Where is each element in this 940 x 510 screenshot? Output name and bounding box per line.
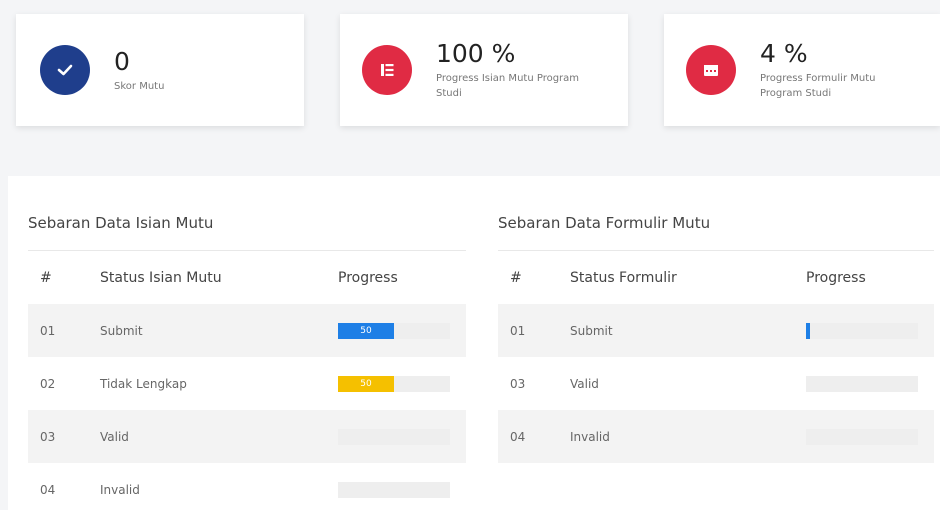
row-status: Submit <box>100 323 143 338</box>
table-header: # Status Formulir Progress <box>498 252 934 304</box>
table-row: 03 Valid <box>28 410 466 463</box>
row-status: Submit <box>570 323 613 338</box>
isian-table: # Status Isian Mutu Progress 01 Submit 5… <box>28 252 466 510</box>
stat-label: Progress Formulir Mutu Program Studi <box>760 73 876 99</box>
stat-card-skor-mutu: 0 Skor Mutu <box>16 14 304 126</box>
stat-card-progress-formulir: 4 % Progress Formulir Mutu Program Studi <box>664 14 940 126</box>
col-header-progress: Progress <box>338 270 398 286</box>
col-header-progress: Progress <box>806 270 866 286</box>
stat-label: Skor Mutu <box>114 80 165 92</box>
progress-bar: 50 <box>338 322 450 339</box>
table-row: 03 Valid <box>498 357 934 410</box>
row-status: Invalid <box>570 429 610 444</box>
divider <box>28 250 466 251</box>
row-status: Tidak Lengkap <box>100 376 187 391</box>
progress-fill: 50 <box>338 322 394 339</box>
col-header-status: Status Formulir <box>570 270 677 286</box>
distribution-panel: Sebaran Data Isian Mutu # Status Isian M… <box>8 176 940 510</box>
table-header: # Status Isian Mutu Progress <box>28 252 466 304</box>
stat-value: 4 % <box>760 39 808 68</box>
table-row: 04 Invalid <box>28 463 466 510</box>
divider <box>498 250 934 251</box>
table-row: 04 Invalid <box>498 410 934 463</box>
check-icon <box>40 45 90 95</box>
row-status: Invalid <box>100 482 140 497</box>
row-status: Valid <box>100 429 129 444</box>
stat-label: Progress Isian Mutu Program Studi <box>436 73 580 99</box>
row-number: 04 <box>40 482 56 497</box>
formulir-table: # Status Formulir Progress 01 Submit 03 … <box>498 252 934 463</box>
progress-bar <box>338 428 450 445</box>
calendar-icon <box>686 45 736 95</box>
stat-value: 100 % <box>436 39 516 68</box>
row-number: 03 <box>40 429 56 444</box>
formulir-section-title: Sebaran Data Formulir Mutu <box>498 214 711 232</box>
row-number: 01 <box>40 323 56 338</box>
progress-fill: 50 <box>338 375 394 392</box>
row-number: 01 <box>510 323 526 338</box>
table-row: 01 Submit <box>498 304 934 357</box>
col-header-number: # <box>510 270 522 286</box>
stat-value: 0 <box>114 46 130 76</box>
stat-card-progress-isian: 100 % Progress Isian Mutu Program Studi <box>340 14 628 126</box>
row-number: 02 <box>40 376 56 391</box>
row-number: 03 <box>510 376 526 391</box>
isian-section-title: Sebaran Data Isian Mutu <box>28 214 214 232</box>
progress-bar <box>806 322 918 339</box>
col-header-status: Status Isian Mutu <box>100 270 222 286</box>
row-status: Valid <box>570 376 599 391</box>
table-row: 02 Tidak Lengkap 50 <box>28 357 466 410</box>
progress-bar <box>806 375 918 392</box>
progress-fill <box>806 322 811 339</box>
progress-bar <box>806 428 918 445</box>
list-icon <box>362 45 412 95</box>
row-number: 04 <box>510 429 526 444</box>
table-row: 01 Submit 50 <box>28 304 466 357</box>
progress-bar: 50 <box>338 375 450 392</box>
progress-bar <box>338 481 450 498</box>
col-header-number: # <box>40 270 52 286</box>
